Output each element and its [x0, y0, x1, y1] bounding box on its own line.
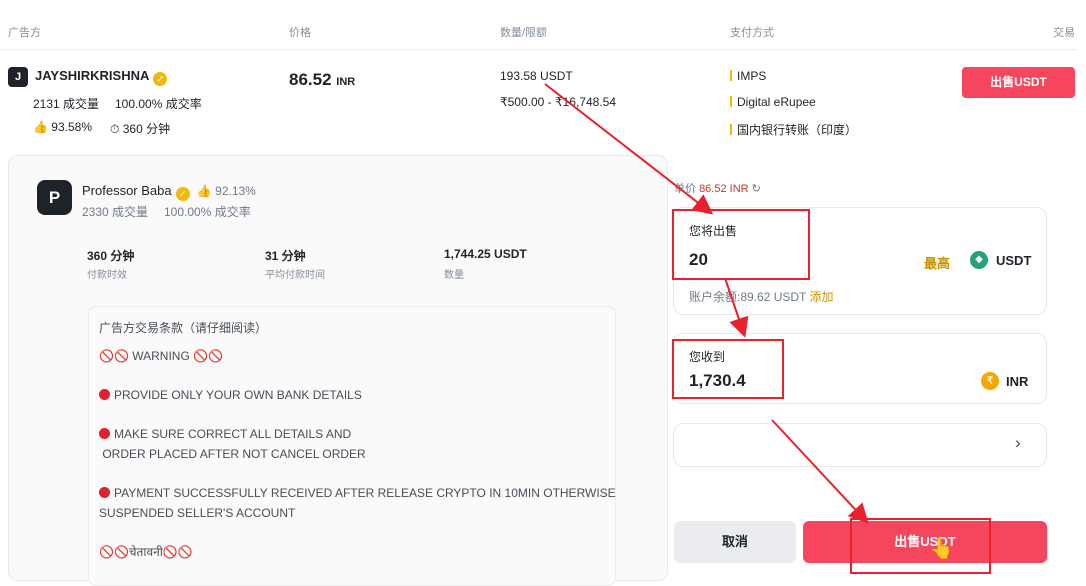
annotation-arrows [544, 83, 869, 524]
arrow [771, 419, 869, 524]
arrow [724, 277, 749, 338]
arrow [544, 83, 714, 215]
